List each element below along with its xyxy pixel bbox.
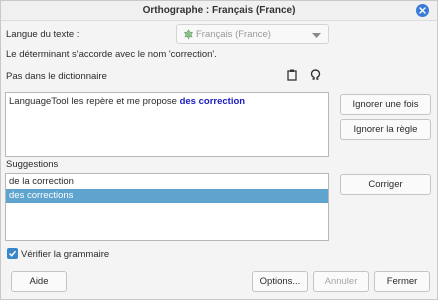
correct-button[interactable]: Corriger: [340, 174, 431, 195]
suggestion-item[interactable]: de la correction: [6, 175, 328, 189]
chevron-down-icon: [312, 33, 321, 38]
spelling-dialog: Orthographe : Français (France) Langue d…: [0, 0, 438, 300]
sentence-textarea[interactable]: LanguageTool les repère et me propose de…: [5, 92, 329, 157]
sentence-prefix: LanguageTool les repère et me propose: [9, 96, 180, 107]
check-grammar-checkbox[interactable]: [7, 248, 18, 259]
title-bar: Orthographe : Français (France): [1, 1, 437, 21]
not-in-dictionary-label: Pas dans le dictionnaire: [6, 71, 107, 82]
language-select-value: Français (France): [196, 29, 271, 40]
window-title: Orthographe : Français (France): [142, 5, 296, 16]
suggestion-item-selected[interactable]: des corrections: [6, 189, 328, 203]
flag-icon: [183, 29, 194, 40]
close-dialog-button[interactable]: Fermer: [374, 271, 430, 292]
help-button[interactable]: Aide: [11, 271, 67, 292]
checkmark-icon: [8, 250, 17, 257]
options-button[interactable]: Options...: [252, 271, 308, 292]
close-icon: [419, 7, 426, 14]
ignore-rule-button[interactable]: Ignorer la règle: [340, 119, 431, 140]
language-select[interactable]: Français (France): [176, 24, 329, 44]
error-highlight: des correction: [179, 96, 246, 107]
language-label: Langue du texte :: [6, 29, 80, 40]
undo-button[interactable]: Annuler: [313, 271, 369, 292]
rule-message: Le déterminant s'accorde avec le nom 'co…: [6, 49, 217, 60]
suggestions-list[interactable]: de la correction des corrections: [5, 173, 329, 241]
close-button[interactable]: [416, 4, 429, 17]
sentence-content: LanguageTool les repère et me propose de…: [9, 96, 245, 107]
clipboard-icon[interactable]: [287, 69, 297, 81]
ignore-once-button[interactable]: Ignorer une fois: [340, 94, 431, 115]
suggestions-label: Suggestions: [6, 159, 59, 170]
check-grammar-label: Vérifier la grammaire: [21, 249, 110, 260]
omega-icon[interactable]: [310, 69, 321, 80]
